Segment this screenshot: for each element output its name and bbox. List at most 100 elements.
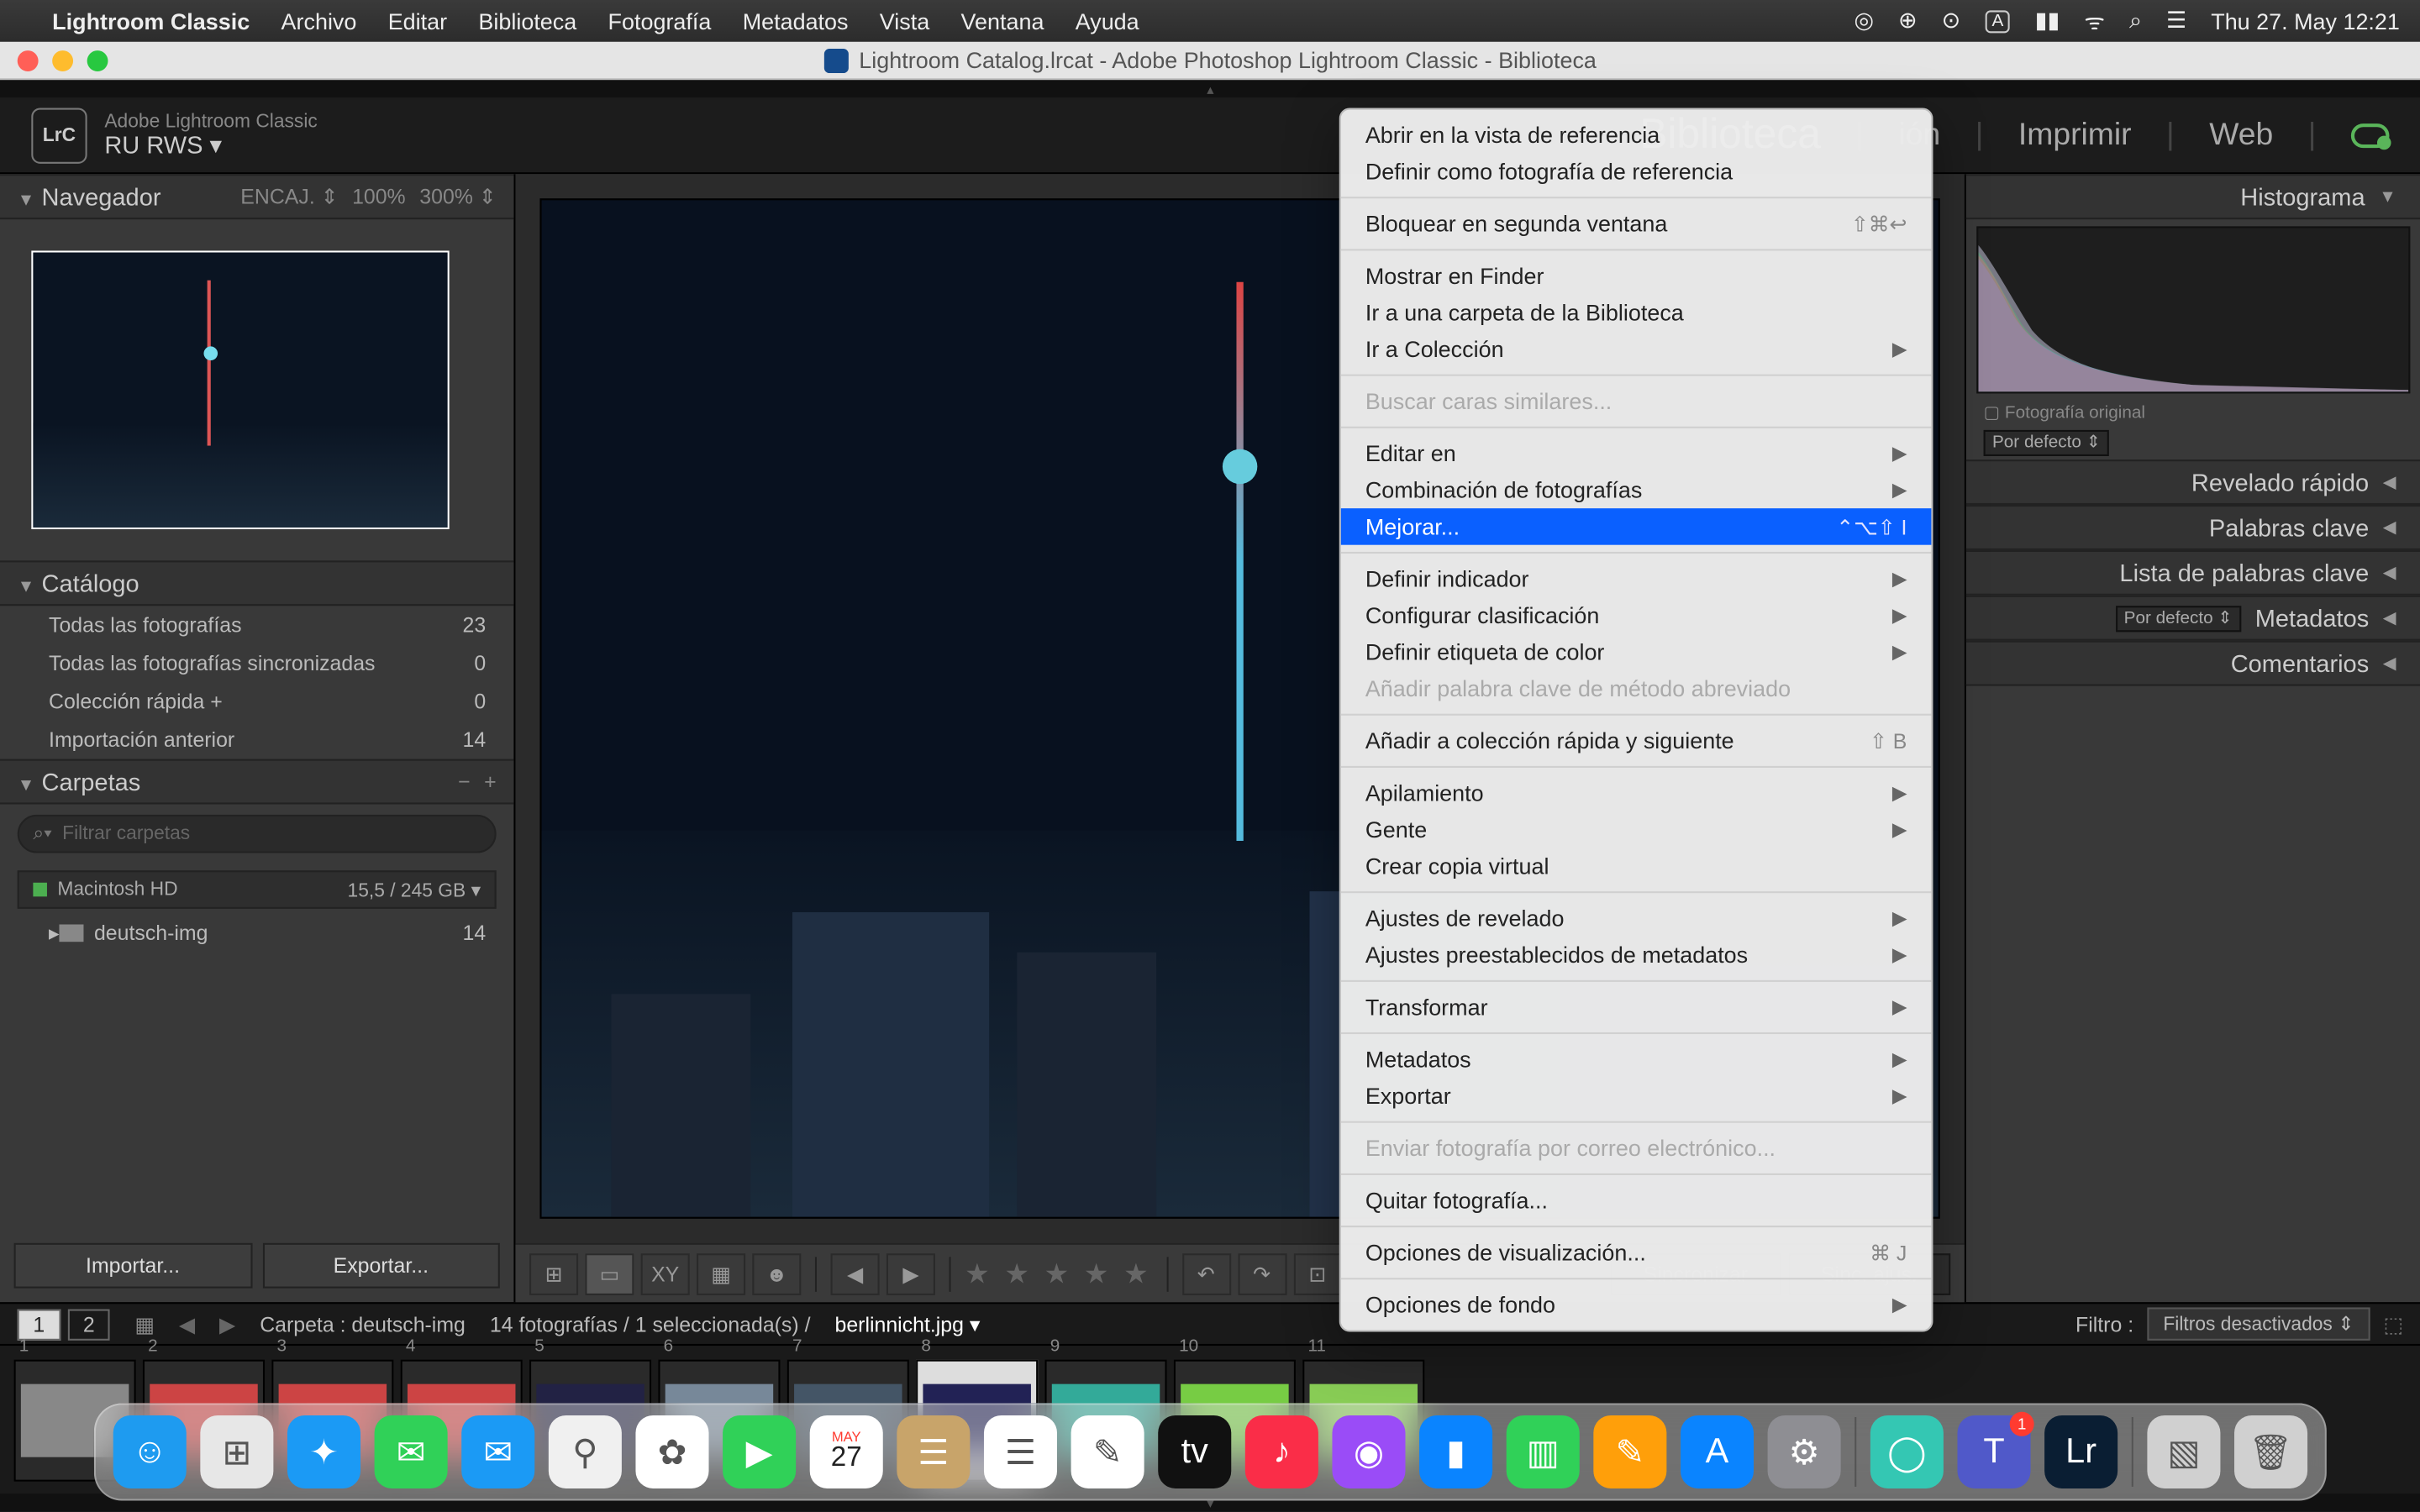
dock-keynote-icon[interactable]: ▮ xyxy=(1419,1415,1492,1488)
dock-settings-icon[interactable]: ⚙ xyxy=(1768,1415,1841,1488)
catalog-header[interactable]: ▼Catálogo xyxy=(0,560,513,606)
next-photo-button[interactable]: ▶ xyxy=(886,1252,935,1294)
clock[interactable]: Thu 27. May 12:21 xyxy=(2211,8,2400,34)
metadata-preset-select[interactable]: Por defecto ⇕ xyxy=(2115,605,2241,631)
dock-lrc-icon[interactable]: Lr xyxy=(2044,1415,2118,1488)
current-file[interactable]: berlinnicht.jpg ▾ xyxy=(835,1312,981,1336)
dock-appstore-icon[interactable]: A xyxy=(1681,1415,1754,1488)
wifi-icon[interactable]: ᯤ xyxy=(2084,5,2105,36)
ctx-abrir-en-la-vista-de-referencia[interactable]: Abrir en la vista de referencia xyxy=(1341,117,1932,154)
menu-metadatos[interactable]: Metadatos xyxy=(743,8,849,34)
cloud-sync-icon[interactable] xyxy=(2351,123,2390,147)
catalog-row[interactable]: Importación anterior14 xyxy=(0,721,513,759)
dock-facetime-icon[interactable]: ▶ xyxy=(723,1415,796,1488)
ctx-mostrar-en-finder[interactable]: Mostrar en Finder xyxy=(1341,258,1932,295)
app-menu[interactable]: Lightroom Classic xyxy=(52,8,250,34)
nav-fwd[interactable]: ▶ xyxy=(219,1312,235,1336)
menu-editar[interactable]: Editar xyxy=(388,8,447,34)
filter-select[interactable]: Filtros desactivados ⇕ xyxy=(2148,1307,2370,1340)
right-panel-lista-de-palabras-clave[interactable]: Lista de palabras clave◀ xyxy=(1966,550,2420,596)
ctx-crear-copia-virtual[interactable]: Crear copia virtual xyxy=(1341,848,1932,885)
navigator-thumbnail[interactable] xyxy=(31,250,449,529)
ctx-opciones-de-fondo[interactable]: Opciones de fondo▶ xyxy=(1341,1287,1932,1324)
dock-calendar-icon[interactable]: MAY27 xyxy=(810,1415,883,1488)
ctx-opciones-de-visualizaci-n[interactable]: Opciones de visualización...⌘ J xyxy=(1341,1234,1932,1271)
disk-row[interactable]: Macintosh HD 15,5 / 245 GB ▾ xyxy=(18,870,497,909)
spotlight-icon[interactable]: ⌕ xyxy=(2129,7,2142,34)
crop-overlay-button[interactable]: ⊡ xyxy=(1293,1252,1342,1294)
prev-photo-button[interactable]: ◀ xyxy=(831,1252,880,1294)
nav-fit[interactable]: ENCAJ. ⇕ xyxy=(240,185,338,209)
dock-pages-icon[interactable]: ✎ xyxy=(1593,1415,1666,1488)
folder-minus-icon[interactable]: − xyxy=(458,769,471,794)
play-icon[interactable]: ⊙ xyxy=(1942,7,1961,34)
ctx-exportar[interactable]: Exportar▶ xyxy=(1341,1078,1932,1115)
dock-finder-icon[interactable]: ☺ xyxy=(113,1415,187,1488)
ctx-editar-en[interactable]: Editar en▶ xyxy=(1341,435,1932,472)
ctx-metadatos[interactable]: Metadatos▶ xyxy=(1341,1041,1932,1078)
dock-photos-icon[interactable]: ✿ xyxy=(635,1415,708,1488)
grid-toggle-icon[interactable]: ▦ xyxy=(134,1312,155,1336)
control-center-icon[interactable]: ☰ xyxy=(2166,7,2186,34)
battery-icon[interactable]: ▮▮ xyxy=(2035,7,2060,34)
import-button[interactable]: Importar... xyxy=(14,1243,252,1289)
rotate-ccw-button[interactable]: ↶ xyxy=(1181,1252,1230,1294)
dock-contacts-icon[interactable]: ☰ xyxy=(897,1415,970,1488)
histogram[interactable] xyxy=(1976,226,2410,393)
menu-fotografia[interactable]: Fotografía xyxy=(608,8,712,34)
ctx-definir-como-fotograf-a-de-referencia[interactable]: Definir como fotografía de referencia xyxy=(1341,153,1932,190)
navigator-header[interactable]: ▼Navegador ENCAJ. ⇕ 100% 300% ⇕ xyxy=(0,174,513,219)
catalog-row[interactable]: Todas las fotografías23 xyxy=(0,606,513,644)
people-view-button[interactable]: ☻ xyxy=(752,1252,801,1294)
nav-100[interactable]: 100% xyxy=(352,185,406,209)
dock-stack-icon[interactable]: ▧ xyxy=(2147,1415,2220,1488)
filter-lock-icon[interactable]: ⬚ xyxy=(2384,1312,2404,1336)
menu-vista[interactable]: Vista xyxy=(880,8,929,34)
dock-messages-icon[interactable]: ✉ xyxy=(375,1415,448,1488)
ctx-quitar-fotograf-a[interactable]: Quitar fotografía... xyxy=(1341,1182,1932,1219)
histogram-header[interactable]: Histograma▼ xyxy=(1966,174,2420,219)
module-imprimir[interactable]: Imprimir xyxy=(2018,117,2132,154)
dock-numbers-icon[interactable]: ▥ xyxy=(1507,1415,1580,1488)
monitor-2[interactable]: 2 xyxy=(67,1308,110,1339)
dock-safari-icon[interactable]: ✦ xyxy=(287,1415,360,1488)
dock-teams-icon[interactable]: T1 xyxy=(1957,1415,2030,1488)
dock-music-icon[interactable]: ♪ xyxy=(1245,1415,1318,1488)
ctx-a-adir-a-colecci-n-r-pida-y-siguiente[interactable]: Añadir a colección rápida y siguiente⇧ B xyxy=(1341,722,1932,759)
breadcrumb[interactable]: Carpeta : deutsch-img xyxy=(260,1312,466,1336)
compare-view-button[interactable]: XY xyxy=(641,1252,690,1294)
ctx-ir-a-colecci-n[interactable]: Ir a Colección▶ xyxy=(1341,331,1932,368)
ctx-apilamiento[interactable]: Apilamiento▶ xyxy=(1341,774,1932,811)
export-button[interactable]: Exportar... xyxy=(262,1243,500,1289)
identity-plate[interactable]: RU RWS ▾ xyxy=(104,132,317,159)
right-panel-palabras-clave[interactable]: Palabras clave◀ xyxy=(1966,505,2420,550)
dock-notes-icon[interactable]: ✎ xyxy=(1071,1415,1144,1488)
menu-biblioteca[interactable]: Biblioteca xyxy=(478,8,576,34)
menu-ventana[interactable]: Ventana xyxy=(961,8,1044,34)
survey-view-button[interactable]: ▦ xyxy=(697,1252,745,1294)
ctx-configurar-clasificaci-n[interactable]: Configurar clasificación▶ xyxy=(1341,597,1932,634)
preset-select[interactable]: Por defecto ⇕ xyxy=(1984,430,2110,456)
grid-view-button[interactable]: ⊞ xyxy=(529,1252,578,1294)
dock-podcasts-icon[interactable]: ◉ xyxy=(1332,1415,1405,1488)
folder-plus-icon[interactable]: + xyxy=(484,769,497,794)
dock-reminders-icon[interactable]: ☰ xyxy=(984,1415,1057,1488)
menu-archivo[interactable]: Archivo xyxy=(281,8,357,34)
minimize-window[interactable] xyxy=(52,50,73,71)
module-web[interactable]: Web xyxy=(2209,117,2273,154)
ctx-gente[interactable]: Gente▶ xyxy=(1341,811,1932,848)
dock-maps-icon[interactable]: ⚲ xyxy=(549,1415,622,1488)
loupe-view-button[interactable]: ▭ xyxy=(585,1252,634,1294)
nav-300[interactable]: 300% ⇕ xyxy=(419,185,496,209)
catalog-row[interactable]: Colección rápida +0 xyxy=(0,682,513,721)
dock-mail-icon[interactable]: ✉ xyxy=(461,1415,534,1488)
ctx-mejorar[interactable]: Mejorar...⌃⌥⇧ I xyxy=(1341,508,1932,545)
ctx-ajustes-preestablecidos-de-metadatos[interactable]: Ajustes preestablecidos de metadatos▶ xyxy=(1341,937,1932,974)
right-panel-revelado-rápido[interactable]: Revelado rápido◀ xyxy=(1966,459,2420,505)
ctx-definir-indicador[interactable]: Definir indicador▶ xyxy=(1341,560,1932,597)
folders-header[interactable]: ▼Carpetas −+ xyxy=(0,759,513,805)
nav-back[interactable]: ◀ xyxy=(179,1312,195,1336)
dock-appletv-icon[interactable]: tv xyxy=(1158,1415,1231,1488)
menu-ayuda[interactable]: Ayuda xyxy=(1076,8,1139,34)
right-panel-comentarios[interactable]: Comentarios◀ xyxy=(1966,641,2420,686)
